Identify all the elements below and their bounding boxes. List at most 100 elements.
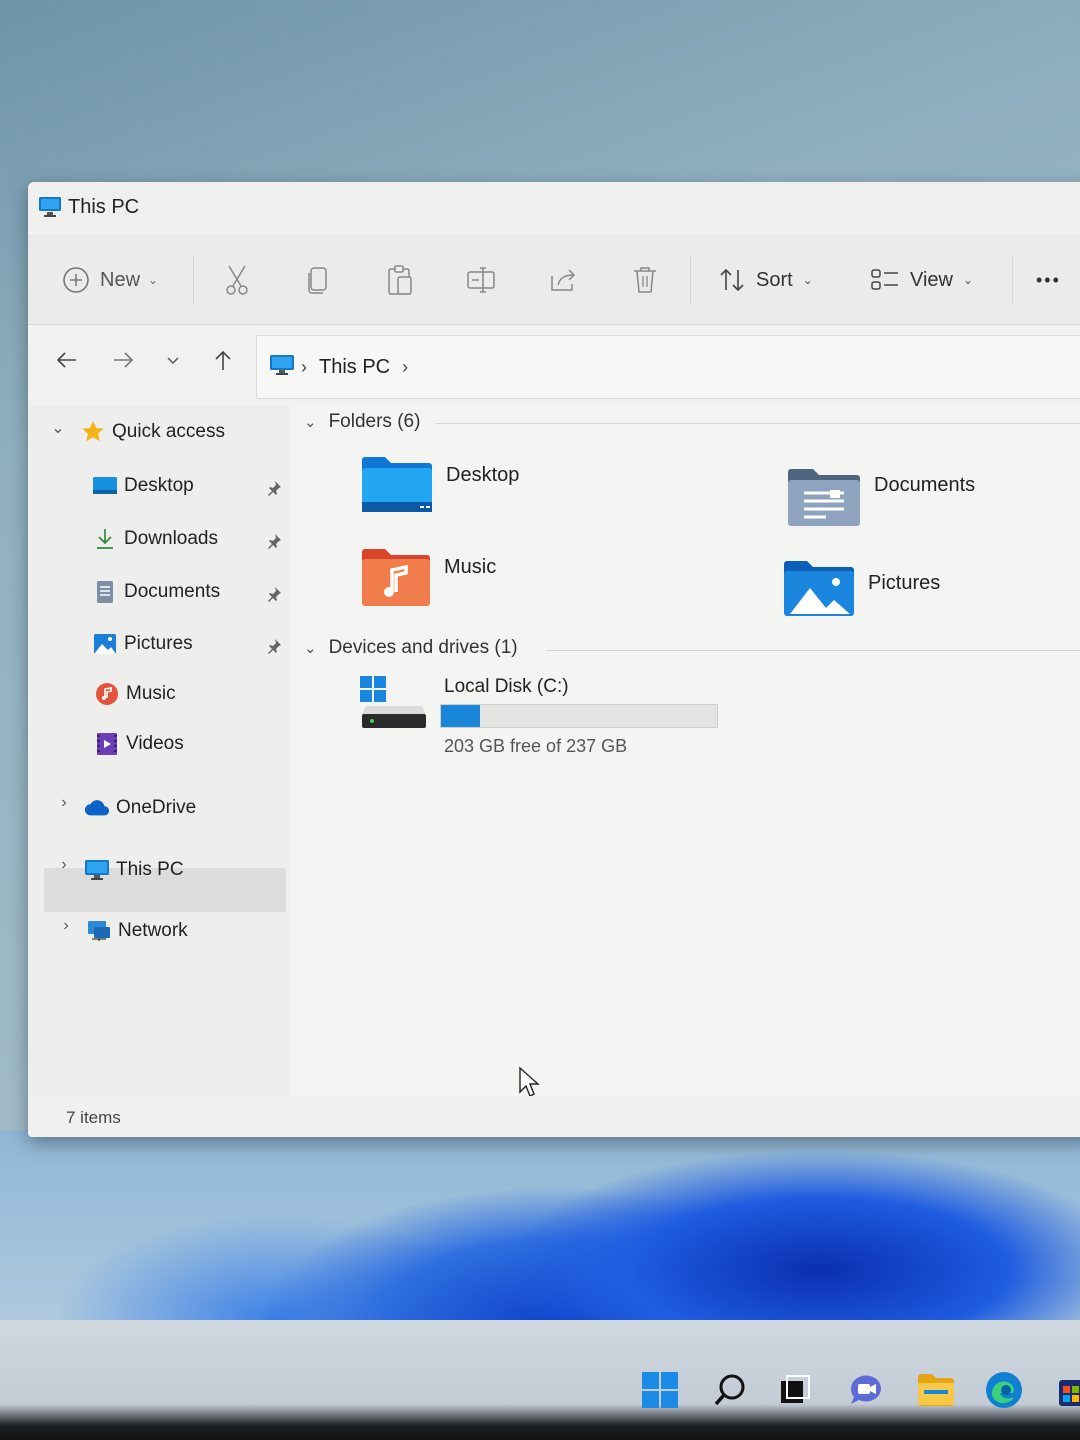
drive-info: Local Disk (C:) 203 GB free of 237 GB — [440, 674, 740, 764]
collapse-chevron-icon[interactable]: ⌄ — [48, 418, 68, 438]
arrow-right-icon — [112, 351, 134, 374]
drives-group-header[interactable]: ⌄ Devices and drives (1) — [304, 632, 518, 664]
this-pc-icon — [269, 354, 295, 381]
pin-icon[interactable] — [264, 531, 284, 551]
copy-button[interactable] — [306, 262, 330, 298]
music-icon — [94, 682, 120, 706]
command-bar: New ⌄ Sort ⌄ View ⌄ ••• — [28, 234, 1080, 325]
pictures-folder-icon — [782, 558, 856, 623]
paste-button[interactable] — [386, 262, 414, 298]
arrow-left-icon — [56, 351, 78, 374]
cloud-icon — [84, 796, 110, 820]
view-list-icon — [870, 267, 900, 293]
this-pc-icon — [84, 858, 110, 882]
drives-group-label: Devices and drives (1) — [328, 637, 518, 658]
view-label: View — [910, 268, 953, 291]
folder-tile-desktop[interactable]: Desktop — [360, 454, 519, 519]
cut-button[interactable] — [224, 262, 250, 298]
pin-icon[interactable] — [264, 584, 284, 604]
desktop-folder-icon — [92, 474, 118, 498]
desktop-folder-icon — [360, 454, 434, 519]
sidebar-item-network[interactable]: Network — [86, 911, 188, 951]
onedrive-label: OneDrive — [116, 797, 197, 818]
folder-label: Pictures — [868, 572, 941, 594]
search-button[interactable] — [710, 1372, 750, 1412]
expand-chevron-icon[interactable]: › — [56, 917, 76, 935]
sort-icon — [718, 267, 746, 293]
rename-icon — [466, 265, 496, 295]
sidebar-item-desktop[interactable]: Desktop — [92, 466, 194, 506]
sidebar-item-this-pc[interactable]: This PC — [84, 850, 184, 890]
item-count: 7 items — [66, 1108, 121, 1127]
more-options-button[interactable]: ••• — [1036, 262, 1061, 298]
star-icon — [80, 420, 106, 444]
store-button[interactable] — [1050, 1372, 1080, 1412]
sidebar-item-label: Downloads — [124, 528, 218, 549]
task-view-button[interactable] — [774, 1372, 814, 1412]
chevron-down-icon — [166, 353, 180, 371]
sidebar-item-quick-access[interactable]: Quick access — [80, 412, 225, 452]
drive-label: Local Disk (C:) — [444, 676, 569, 697]
sort-button[interactable]: Sort ⌄ — [718, 262, 813, 298]
sidebar-item-videos[interactable]: Videos — [94, 724, 184, 764]
sidebar-item-downloads[interactable]: Downloads — [92, 519, 218, 559]
arrow-up-icon — [213, 349, 233, 376]
folders-group-header[interactable]: ⌄ Folders (6) — [304, 406, 420, 438]
sidebar-item-onedrive[interactable]: OneDrive — [84, 788, 196, 828]
rename-button[interactable] — [466, 262, 496, 298]
folder-label: Desktop — [446, 464, 520, 486]
expand-chevron-icon[interactable]: › — [54, 856, 74, 874]
edge-browser-icon — [984, 1370, 1024, 1415]
share-button[interactable] — [548, 262, 578, 298]
folders-group-label: Folders (6) — [328, 411, 421, 432]
folder-tile-documents[interactable]: Documents — [786, 466, 975, 533]
up-button[interactable] — [208, 347, 238, 377]
recent-locations-button[interactable] — [158, 347, 188, 377]
breadcrumb-chevron-icon[interactable]: › — [402, 357, 408, 378]
drive-usage-fill — [441, 705, 481, 727]
sidebar-item-pictures[interactable]: Pictures — [92, 624, 193, 664]
music-folder-icon — [360, 546, 432, 613]
network-label: Network — [118, 920, 188, 941]
add-icon — [62, 266, 90, 294]
delete-button[interactable] — [632, 262, 658, 298]
pin-icon[interactable] — [264, 478, 284, 498]
drive-tile-local-disk[interactable]: Local Disk (C:) 203 GB free of 237 GB — [358, 674, 740, 764]
toolbar-divider — [193, 256, 194, 304]
toolbar-divider — [1012, 256, 1013, 304]
scissors-icon — [224, 264, 250, 296]
address-bar[interactable]: › This PC › — [256, 335, 1080, 399]
view-button[interactable]: View ⌄ — [870, 262, 973, 298]
chevron-down-icon: ⌄ — [802, 273, 813, 287]
collapse-chevron-icon: ⌄ — [304, 414, 317, 431]
network-icon — [86, 919, 112, 943]
chat-icon — [847, 1372, 885, 1413]
share-icon — [548, 266, 578, 294]
collapse-chevron-icon: ⌄ — [304, 640, 317, 657]
pin-icon[interactable] — [264, 636, 284, 656]
breadcrumb-this-pc[interactable]: This PC — [319, 356, 390, 379]
search-icon — [712, 1372, 748, 1413]
edge-button[interactable] — [984, 1370, 1024, 1415]
store-icon — [1055, 1372, 1080, 1413]
start-button[interactable] — [640, 1371, 680, 1412]
expand-chevron-icon[interactable]: › — [54, 794, 74, 812]
navigation-bar: › This PC › — [28, 325, 1080, 405]
this-pc-icon — [38, 196, 62, 218]
folder-tile-music[interactable]: Music — [360, 546, 496, 613]
sidebar-item-music[interactable]: Music — [94, 674, 176, 714]
sidebar-item-documents[interactable]: Documents — [92, 572, 220, 612]
folder-tile-pictures[interactable]: Pictures — [782, 558, 940, 623]
breadcrumb-chevron-icon: › — [301, 356, 307, 377]
forward-button[interactable] — [108, 347, 138, 377]
chat-button[interactable] — [846, 1372, 886, 1412]
new-button[interactable]: New ⌄ — [62, 262, 158, 298]
drive-free-space: 203 GB free of 237 GB — [444, 736, 628, 756]
sidebar-item-label: Pictures — [124, 633, 193, 654]
folder-label: Music — [444, 556, 497, 578]
new-button-label: New — [100, 268, 141, 291]
sort-label: Sort — [756, 268, 793, 291]
videos-icon — [94, 732, 120, 756]
file-explorer-taskbar-button[interactable] — [916, 1372, 956, 1412]
back-button[interactable] — [52, 347, 82, 377]
